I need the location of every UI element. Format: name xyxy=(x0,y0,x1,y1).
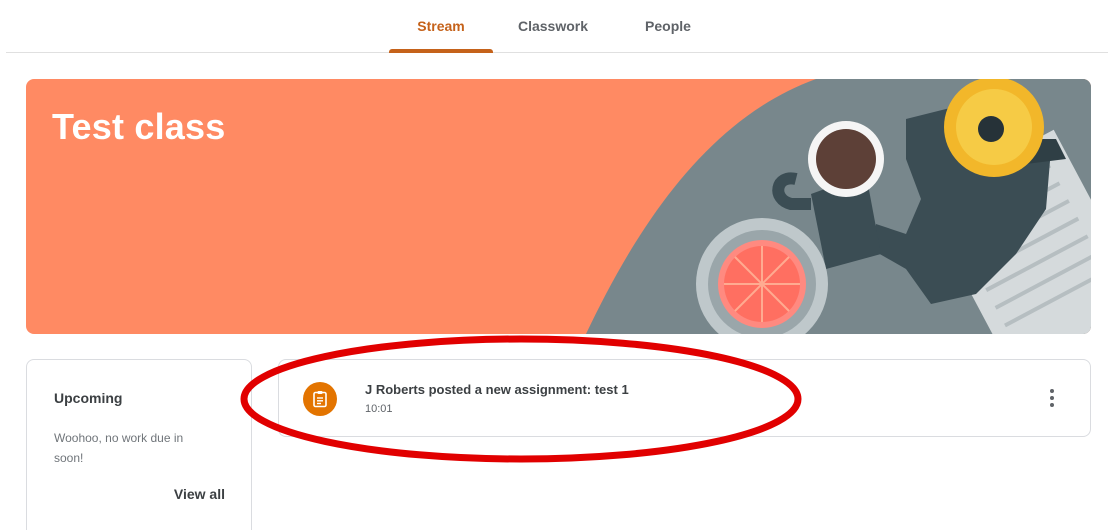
stream-post[interactable]: J Roberts posted a new assignment: test … xyxy=(278,359,1091,437)
post-time: 10:01 xyxy=(365,403,393,415)
top-tab-bar: Stream Classwork People xyxy=(6,0,1108,53)
more-options-icon[interactable] xyxy=(1040,386,1064,410)
post-title: J Roberts posted a new assignment: test … xyxy=(365,382,629,397)
tab-stream[interactable]: Stream xyxy=(389,0,493,53)
class-title: Test class xyxy=(52,106,226,147)
tab-classwork[interactable]: Classwork xyxy=(510,0,596,52)
upcoming-title: Upcoming xyxy=(54,390,123,406)
upcoming-message: Woohoo, no work due in soon! xyxy=(54,431,184,465)
tab-people[interactable]: People xyxy=(642,0,694,52)
upcoming-card: Upcoming Woohoo, no work due in soon! Vi… xyxy=(26,359,252,530)
assignment-icon xyxy=(303,382,337,416)
class-banner: Test class xyxy=(26,79,1091,334)
view-all-link[interactable]: View all xyxy=(174,486,225,502)
